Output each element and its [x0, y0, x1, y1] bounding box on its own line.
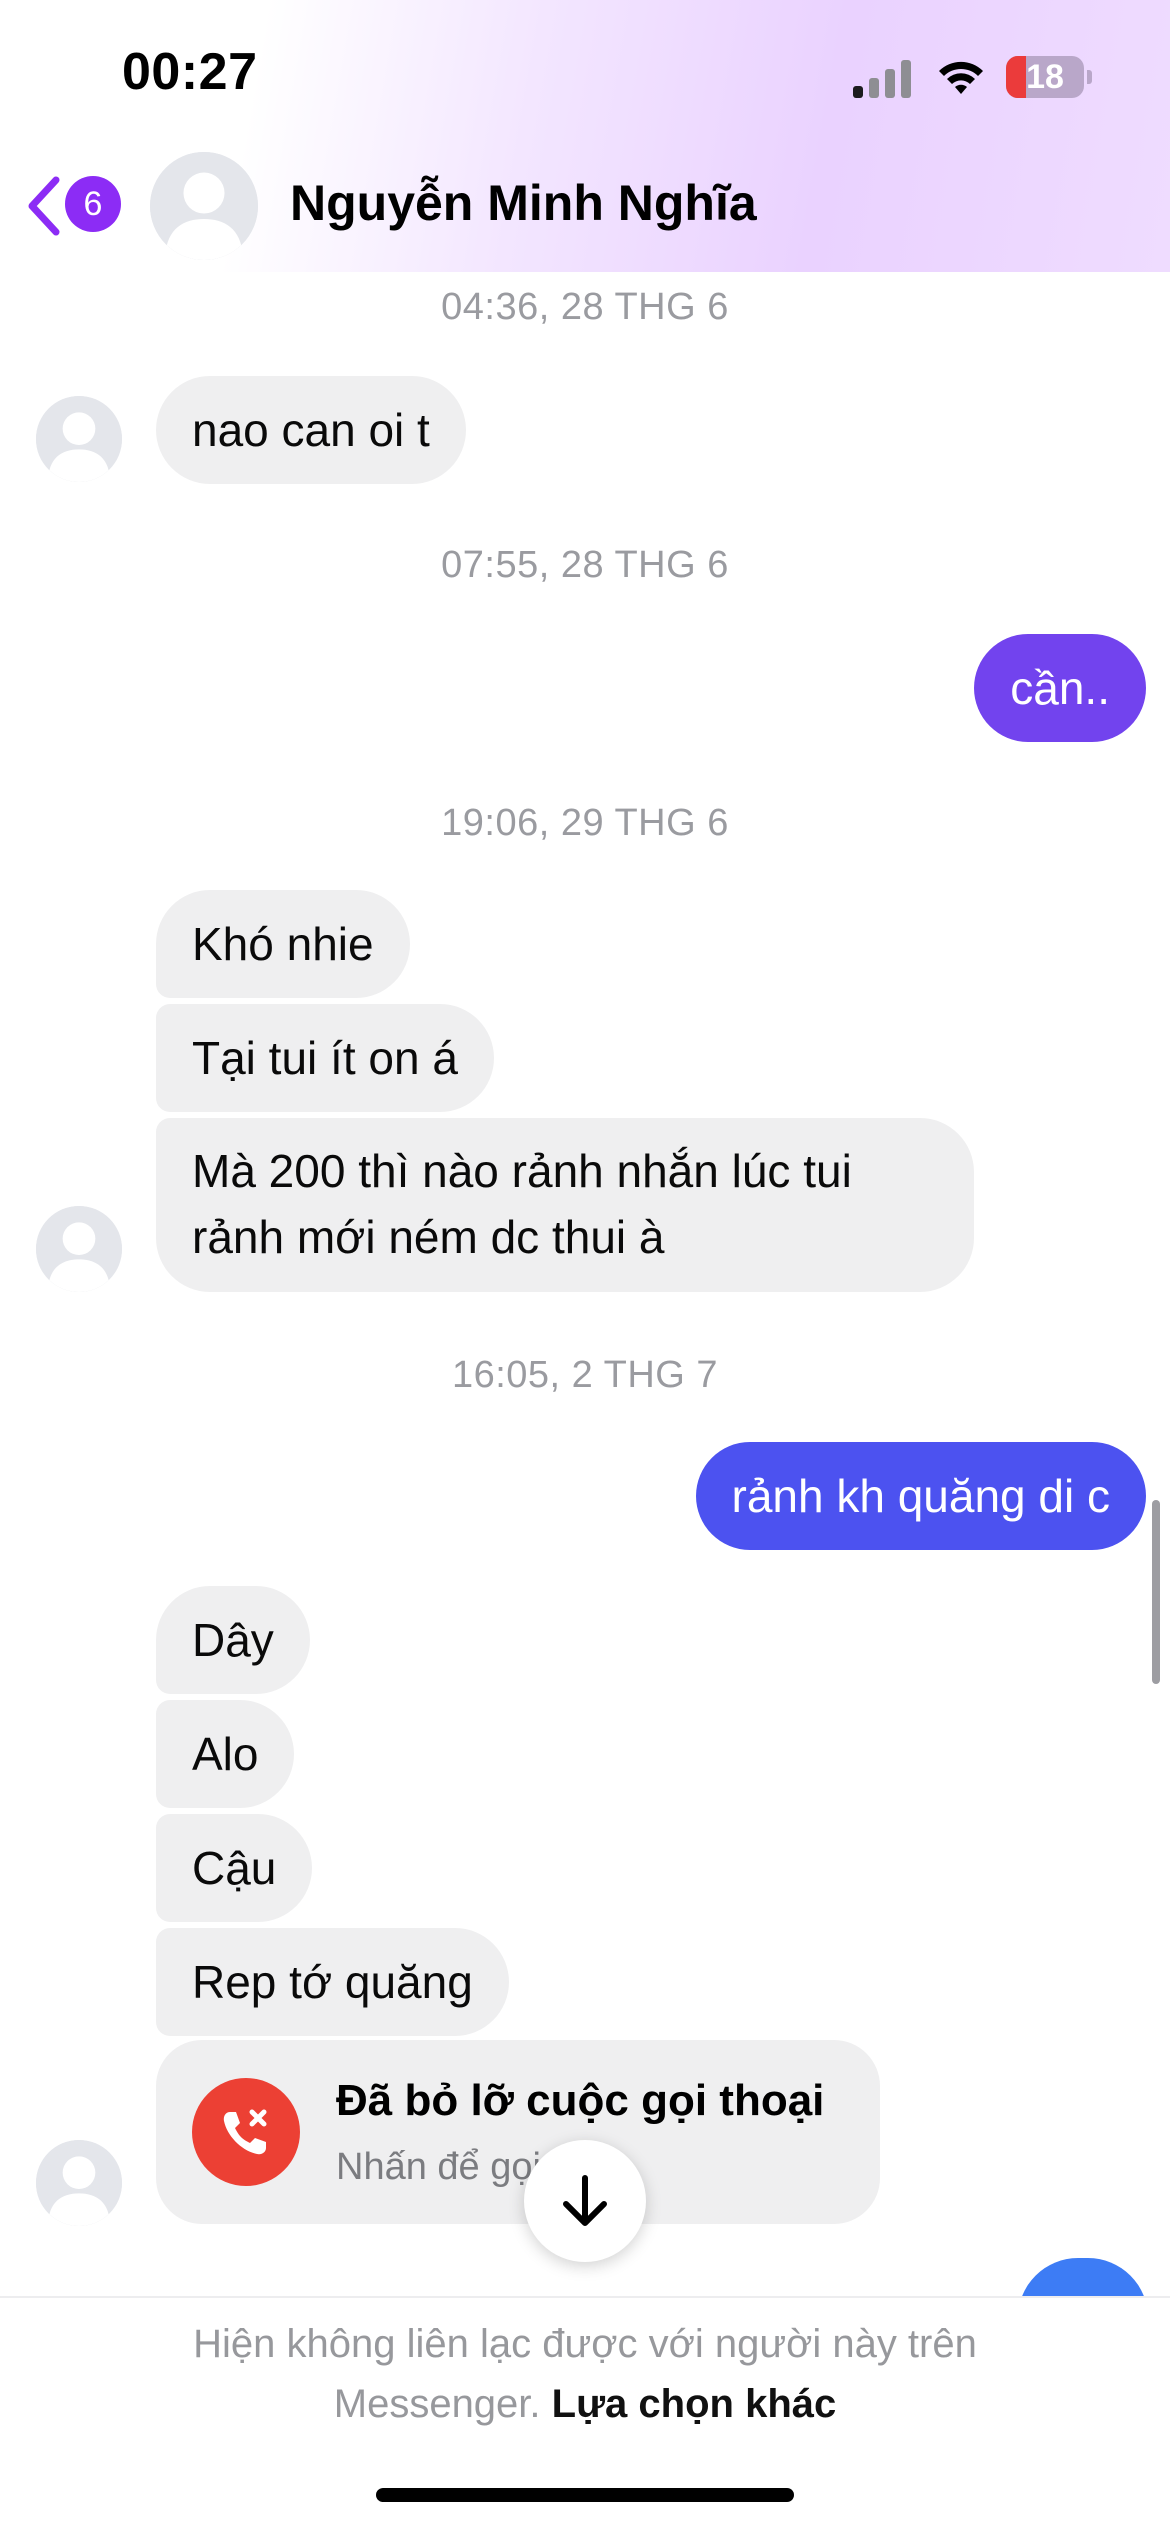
timestamp: 16:05, 2 THG 7 — [451, 1354, 719, 1396]
sender-avatar[interactable] — [36, 396, 122, 482]
footer-text: Hiện không liên lạc được với người này t… — [193, 2322, 977, 2366]
message-outgoing[interactable]: cần.. — [974, 634, 1146, 742]
message-incoming[interactable]: nao can oi t — [156, 376, 466, 484]
missed-call-bubble[interactable]: Đã bỏ lỡ cuộc gọi thoại Nhấn để gọi — [156, 2040, 880, 2224]
status-time: 00:27 — [122, 43, 258, 101]
contact-name[interactable]: Nguyễn Minh Nghĩa — [290, 174, 757, 232]
battery-icon: 18 — [1006, 56, 1092, 98]
wifi-icon — [939, 61, 983, 94]
scroll-to-bottom-button[interactable] — [524, 2140, 646, 2262]
sender-avatar[interactable] — [36, 2140, 122, 2226]
arrow-down-icon — [563, 2175, 607, 2226]
back-chevron-icon — [28, 176, 60, 236]
call-subtitle: Nhấn để gọi — [336, 2146, 541, 2188]
default-avatar-icon — [150, 152, 258, 260]
call-title: Đã bỏ lỡ cuộc gọi thoại — [336, 2076, 825, 2125]
back-button[interactable]: 6 — [24, 170, 134, 242]
timestamp: 07:55, 28 THG 6 — [441, 544, 729, 586]
other-options-link[interactable]: Lựa chọn khác — [552, 2382, 837, 2426]
message-incoming[interactable]: Mà 200 thì nào rảnh nhắn lúc tui rảnh mớ… — [156, 1118, 974, 1292]
footer-text-prefix: Messenger. — [333, 2382, 541, 2426]
timestamp: 19:06, 29 THG 6 — [441, 802, 729, 844]
sender-avatar[interactable] — [36, 1206, 122, 1292]
message-incoming[interactable]: Khó nhie — [156, 890, 410, 998]
message-outgoing[interactable]: rảnh kh quăng di c — [695, 1442, 1146, 1550]
footer-text-line2: Messenger. Lựa chọn khác — [0, 2382, 1170, 2427]
timestamp: 04:36, 28 THG 6 — [441, 286, 729, 328]
message-incoming[interactable]: Dây — [156, 1586, 310, 1694]
message-incoming[interactable]: Tại tui ít on á — [156, 1004, 494, 1112]
signal-icon — [853, 58, 915, 98]
contact-avatar[interactable] — [150, 152, 258, 260]
unread-count-badge: 6 — [65, 176, 121, 232]
message-incoming[interactable]: Alo — [156, 1700, 295, 1808]
message-incoming[interactable]: Cậu — [156, 1814, 313, 1922]
missed-call-icon — [192, 2078, 300, 2186]
home-indicator[interactable] — [376, 2488, 794, 2502]
battery-level: 18 — [1026, 58, 1064, 96]
message-line: Mà 200 thì nào rảnh nhắn lúc tui — [192, 1145, 852, 1197]
scrollbar[interactable] — [1152, 1500, 1160, 1684]
message-line: rảnh mới ném dc thui à — [192, 1211, 665, 1263]
message-incoming[interactable]: Rep tớ quăng — [156, 1928, 509, 2036]
